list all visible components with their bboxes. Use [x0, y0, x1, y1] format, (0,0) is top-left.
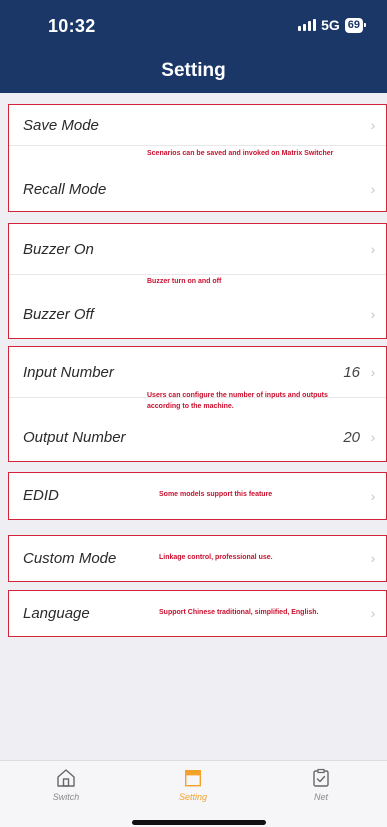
- network-type: 5G: [321, 17, 340, 33]
- output-number-row[interactable]: Output Number 20 ›: [9, 413, 386, 461]
- edid-group: EDID › Some models support this feature: [8, 472, 387, 520]
- custom-mode-annotation: Linkage control, professional use.: [159, 554, 273, 561]
- buzzer-on-row[interactable]: Buzzer On ›: [9, 224, 386, 274]
- save-mode-label: Save Mode: [23, 116, 99, 134]
- divider: [9, 274, 386, 275]
- chevron-right-icon: ›: [370, 429, 376, 445]
- clipboard-check-icon: [281, 767, 361, 789]
- buzzer-off-row[interactable]: Buzzer Off ›: [9, 290, 386, 338]
- status-bar: 10:32 5G 69: [0, 0, 387, 48]
- chevron-right-icon: ›: [370, 550, 376, 566]
- custom-mode-group: Custom Mode › Linkage control, professio…: [8, 535, 387, 582]
- tab-switch[interactable]: Switch: [26, 767, 106, 802]
- buzzer-off-label: Buzzer Off: [23, 305, 94, 323]
- buzzer-annotation: Buzzer turn on and off: [147, 278, 222, 285]
- home-indicator: [132, 820, 266, 825]
- input-number-value: 16: [343, 363, 360, 381]
- divider: [9, 145, 386, 146]
- chevron-right-icon: ›: [370, 241, 376, 257]
- chevron-right-icon: ›: [370, 181, 376, 197]
- setting-tab-icon: [153, 767, 233, 789]
- status-indicators: 5G 69: [298, 17, 367, 33]
- input-number-label: Input Number: [23, 363, 114, 381]
- top-header: 10:32 5G 69 Setting: [0, 0, 387, 93]
- signal-icon: [298, 19, 317, 31]
- language-annotation: Support Chinese traditional, simplified,…: [159, 609, 319, 616]
- buzzer-group: Buzzer On › Buzzer turn on and off Buzze…: [8, 223, 387, 339]
- chevron-right-icon: ›: [370, 605, 376, 621]
- recall-mode-label: Recall Mode: [23, 180, 107, 198]
- status-time: 10:32: [48, 16, 96, 36]
- edid-annotation: Some models support this feature: [159, 491, 273, 498]
- output-number-label: Output Number: [23, 428, 126, 446]
- tab-setting[interactable]: Setting: [153, 767, 233, 802]
- mode-group: Save Mode › Scenarios can be saved and i…: [8, 104, 387, 212]
- tab-switch-label: Switch: [52, 792, 80, 802]
- chevron-right-icon: ›: [370, 364, 376, 380]
- mode-annotation: Scenarios can be saved and invoked on Ma…: [147, 150, 334, 157]
- save-mode-row[interactable]: Save Mode ›: [9, 105, 386, 145]
- tab-net[interactable]: Net: [281, 767, 361, 802]
- chevron-right-icon: ›: [370, 117, 376, 133]
- recall-mode-row[interactable]: Recall Mode ›: [9, 167, 386, 211]
- output-number-value: 20: [343, 428, 360, 446]
- tab-net-label: Net: [313, 792, 328, 802]
- buzzer-on-label: Buzzer On: [23, 240, 94, 258]
- home-icon: [26, 767, 106, 789]
- tab-setting-label: Setting: [178, 792, 208, 802]
- language-group: Language › Support Chinese traditional, …: [8, 590, 387, 637]
- chevron-right-icon: ›: [370, 306, 376, 322]
- io-annotation-line2: according to the machine.: [147, 403, 234, 410]
- input-number-row[interactable]: Input Number 16 ›: [9, 347, 386, 397]
- io-number-group: Input Number 16 › Users can configure th…: [8, 346, 387, 462]
- page-title: Setting: [161, 60, 226, 81]
- bottom-tab-bar: Switch Setting Net: [0, 760, 387, 827]
- chevron-right-icon: ›: [370, 487, 376, 504]
- io-annotation-line1: Users can configure the number of inputs…: [147, 392, 328, 399]
- battery-icon: 69: [344, 17, 367, 33]
